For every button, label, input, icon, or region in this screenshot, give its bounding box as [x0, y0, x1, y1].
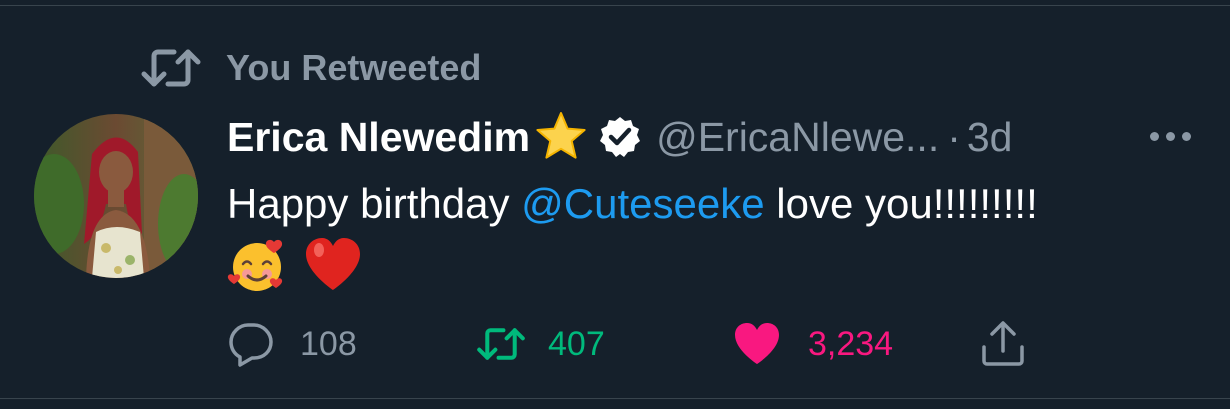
- like-button[interactable]: 3,234: [732, 318, 893, 370]
- emoji-row: [226, 234, 364, 296]
- retweet-icon: [141, 49, 201, 87]
- star-emoji-icon: [536, 112, 586, 159]
- tweet-actions: 108 407 3,234: [226, 318, 1046, 370]
- bottom-divider: [0, 398, 1230, 399]
- share-icon: [982, 321, 1024, 366]
- like-count: 3,234: [808, 324, 894, 363]
- reply-button[interactable]: 108: [226, 318, 357, 370]
- author-name[interactable]: Erica Nlewedim: [227, 114, 530, 161]
- tweet-text-before: Happy birthday: [227, 180, 522, 227]
- verified-badge-icon: [600, 117, 641, 157]
- tweet-text-after: love you!!!!!!!!!: [764, 180, 1038, 227]
- separator-dot: ·: [947, 113, 961, 160]
- smiling-face-with-hearts-icon: [227, 239, 283, 291]
- top-divider: [0, 5, 1230, 6]
- mention-link[interactable]: @Cuteseeke: [521, 180, 764, 227]
- tweet-text: Happy birthday @Cuteseeke love you!!!!!!…: [227, 178, 1187, 230]
- retweet-count: 407: [548, 324, 605, 363]
- tweet-time[interactable]: 3d: [967, 114, 1013, 161]
- retweet-context[interactable]: You Retweeted: [140, 46, 481, 90]
- reply-count: 108: [300, 324, 357, 363]
- avatar[interactable]: [34, 114, 198, 278]
- avatar-image: [34, 114, 198, 278]
- tweet-header: Erica Nlewedim @EricaNlewe... · 3d: [227, 110, 1012, 164]
- retweet-context-label: You Retweeted: [226, 47, 482, 88]
- share-button[interactable]: [978, 318, 1028, 370]
- heart-filled-icon: [735, 323, 779, 364]
- red-heart-icon: [306, 238, 360, 290]
- author-handle[interactable]: @EricaNlewe...: [656, 114, 939, 161]
- reply-icon: [229, 323, 273, 367]
- more-options-icon[interactable]: [1150, 128, 1194, 144]
- retweet-active-icon: [477, 328, 525, 360]
- retweet-button[interactable]: 407: [476, 318, 605, 370]
